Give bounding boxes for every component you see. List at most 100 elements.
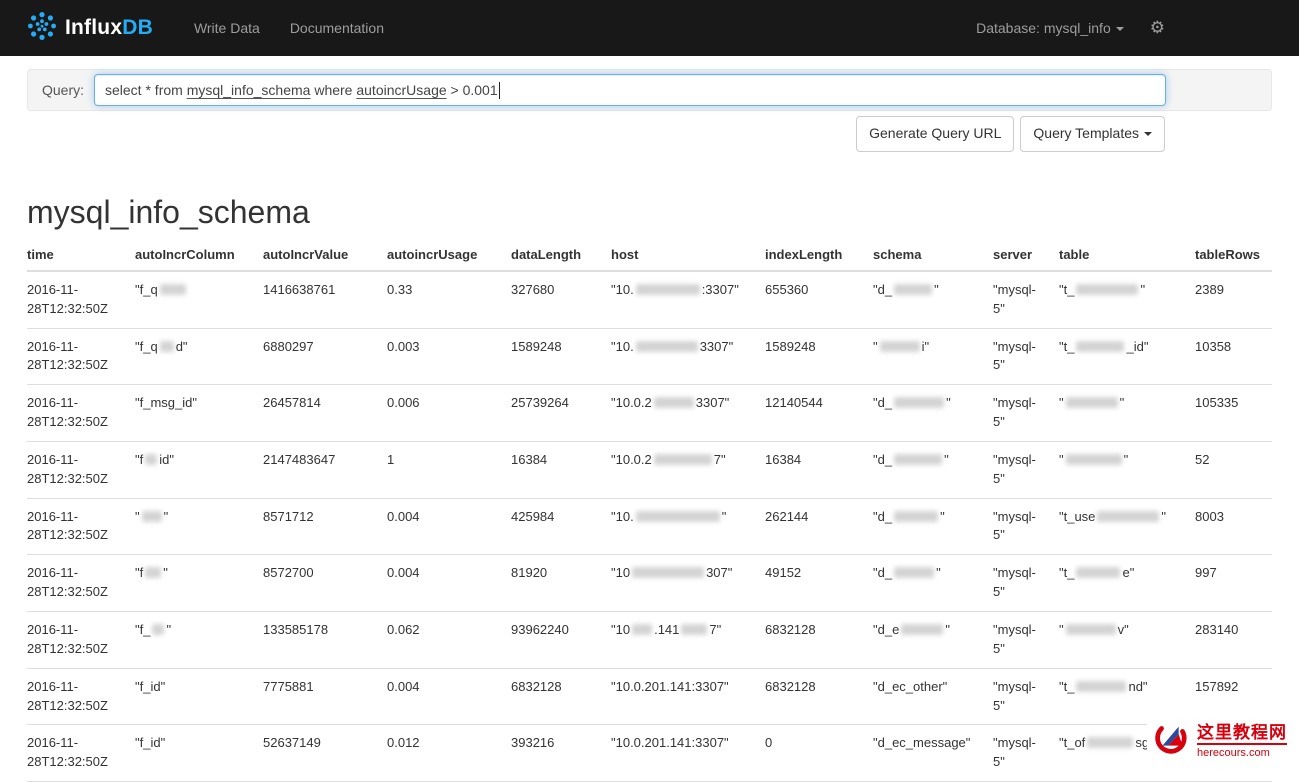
redacted-text: [901, 624, 943, 635]
table-cell: 655360: [757, 271, 865, 328]
query-text-segment: where: [310, 82, 356, 98]
table-cell: "mysql-5": [985, 328, 1051, 385]
table-cell: "f_qd": [127, 328, 255, 385]
redacted-text: [681, 624, 707, 635]
table-cell: 0.062: [379, 612, 503, 669]
chevron-down-icon: [1144, 132, 1152, 136]
table-cell: "10.0.201.141:3307": [603, 725, 757, 782]
table-cell: 1589248: [503, 328, 603, 385]
table-cell: 0.004: [379, 668, 503, 725]
query-templates-button[interactable]: Query Templates: [1020, 116, 1165, 152]
column-header-tablerows: tableRows: [1187, 241, 1272, 271]
results-table: timeautoIncrColumnautoIncrValueautoincrU…: [27, 241, 1272, 782]
table-row: 2016-11-28T12:32:50Z"f"85727000.00481920…: [27, 555, 1272, 612]
table-cell: 81920: [503, 555, 603, 612]
watermark: 这里教程网 herecours.com: [1147, 717, 1299, 768]
table-cell: "d_ec_other": [865, 668, 985, 725]
query-text-segment: > 0.001: [447, 82, 498, 98]
table-cell: "mysql-5": [985, 555, 1051, 612]
table-cell: "mysql-5": [985, 498, 1051, 555]
table-cell: "": [1051, 385, 1187, 442]
redacted-text: [1076, 681, 1126, 692]
table-cell: 1589248: [757, 328, 865, 385]
gear-icon[interactable]: ⚙: [1150, 18, 1165, 38]
table-cell: "f_id": [127, 725, 255, 782]
column-header-time: time: [27, 241, 127, 271]
table-cell: "f_msg_id": [127, 385, 255, 442]
redacted-text: [894, 454, 942, 465]
table-cell: "v": [1051, 612, 1187, 669]
table-cell: "d_": [865, 498, 985, 555]
table-cell: "fid": [127, 441, 255, 498]
table-cell: "d_": [865, 385, 985, 442]
table-cell: "mysql-5": [985, 725, 1051, 782]
table-cell: 2147483647: [255, 441, 379, 498]
table-cell: "t_": [1051, 271, 1187, 328]
table-cell: 8003: [1187, 498, 1272, 555]
redacted-text: [1097, 511, 1159, 522]
table-cell: 2016-11-28T12:32:50Z: [27, 612, 127, 669]
nav-links: Write Data Documentation: [179, 20, 399, 36]
table-cell: 10358: [1187, 328, 1272, 385]
brand-text: InfluxDB: [65, 16, 153, 40]
table-cell: 283140: [1187, 612, 1272, 669]
generate-query-url-button[interactable]: Generate Query URL: [856, 116, 1014, 152]
watermark-logo-icon: [1153, 720, 1191, 763]
actions-row: Generate Query URL Query Templates: [27, 116, 1165, 152]
column-header-host: host: [603, 241, 757, 271]
table-cell: 0: [757, 725, 865, 782]
table-cell: 26457814: [255, 385, 379, 442]
nav-documentation[interactable]: Documentation: [275, 20, 399, 36]
redacted-text: [142, 511, 162, 522]
table-row: 2016-11-28T12:32:50Z"f_id"77758810.00468…: [27, 668, 1272, 725]
table-cell: 2016-11-28T12:32:50Z: [27, 725, 127, 782]
table-cell: 8572700: [255, 555, 379, 612]
table-cell: 16384: [503, 441, 603, 498]
redacted-text: [880, 341, 920, 352]
redacted-text: [1066, 624, 1116, 635]
query-panel: Query: select * from mysql_info_schema w…: [27, 69, 1272, 111]
redacted-text: [636, 511, 720, 522]
redacted-text: [1066, 454, 1122, 465]
table-cell: 393216: [503, 725, 603, 782]
navbar: InfluxDB Write Data Documentation Databa…: [0, 0, 1299, 56]
table-row: 2016-11-28T12:32:50Z"f_q14166387610.3332…: [27, 271, 1272, 328]
nav-write-data[interactable]: Write Data: [179, 20, 275, 36]
table-cell: "t_e": [1051, 555, 1187, 612]
table-cell: 52: [1187, 441, 1272, 498]
redacted-text: [1076, 567, 1120, 578]
column-header-table: table: [1051, 241, 1187, 271]
table-row: 2016-11-28T12:32:50Z"f_msg_id"264578140.…: [27, 385, 1272, 442]
redacted-text: [1076, 284, 1138, 295]
database-selector[interactable]: Database: mysql_info: [976, 20, 1124, 36]
table-cell: 2016-11-28T12:32:50Z: [27, 555, 127, 612]
table-cell: 262144: [757, 498, 865, 555]
column-header-indexlength: indexLength: [757, 241, 865, 271]
query-text-segment: mysql_info_schema: [187, 82, 311, 98]
redacted-text: [894, 567, 934, 578]
table-cell: "mysql-5": [985, 271, 1051, 328]
query-input[interactable]: select * from mysql_info_schema where au…: [94, 74, 1166, 106]
column-header-server: server: [985, 241, 1051, 271]
table-cell: 1: [379, 441, 503, 498]
redacted-text: [894, 284, 932, 295]
table-row: 2016-11-28T12:32:50Z"f_id"526371490.0123…: [27, 725, 1272, 782]
database-selector-label: Database: mysql_info: [976, 20, 1111, 36]
table-cell: 2016-11-28T12:32:50Z: [27, 668, 127, 725]
table-cell: "d_": [865, 555, 985, 612]
redacted-text: [654, 397, 694, 408]
table-cell: 0.006: [379, 385, 503, 442]
query-label: Query:: [36, 82, 94, 98]
table-cell: "10.0.23307": [603, 385, 757, 442]
table-header-row: timeautoIncrColumnautoIncrValueautoincrU…: [27, 241, 1272, 271]
influxdb-logo-icon: [27, 11, 57, 46]
table-cell: "": [127, 498, 255, 555]
table-row: 2016-11-28T12:32:50Z"f_"1335851780.06293…: [27, 612, 1272, 669]
table-cell: 2016-11-28T12:32:50Z: [27, 385, 127, 442]
influxdb-logo[interactable]: InfluxDB: [27, 11, 153, 46]
query-templates-label: Query Templates: [1033, 125, 1139, 141]
table-cell: 327680: [503, 271, 603, 328]
table-cell: 0.004: [379, 498, 503, 555]
table-cell: 93962240: [503, 612, 603, 669]
table-cell: 0.003: [379, 328, 503, 385]
